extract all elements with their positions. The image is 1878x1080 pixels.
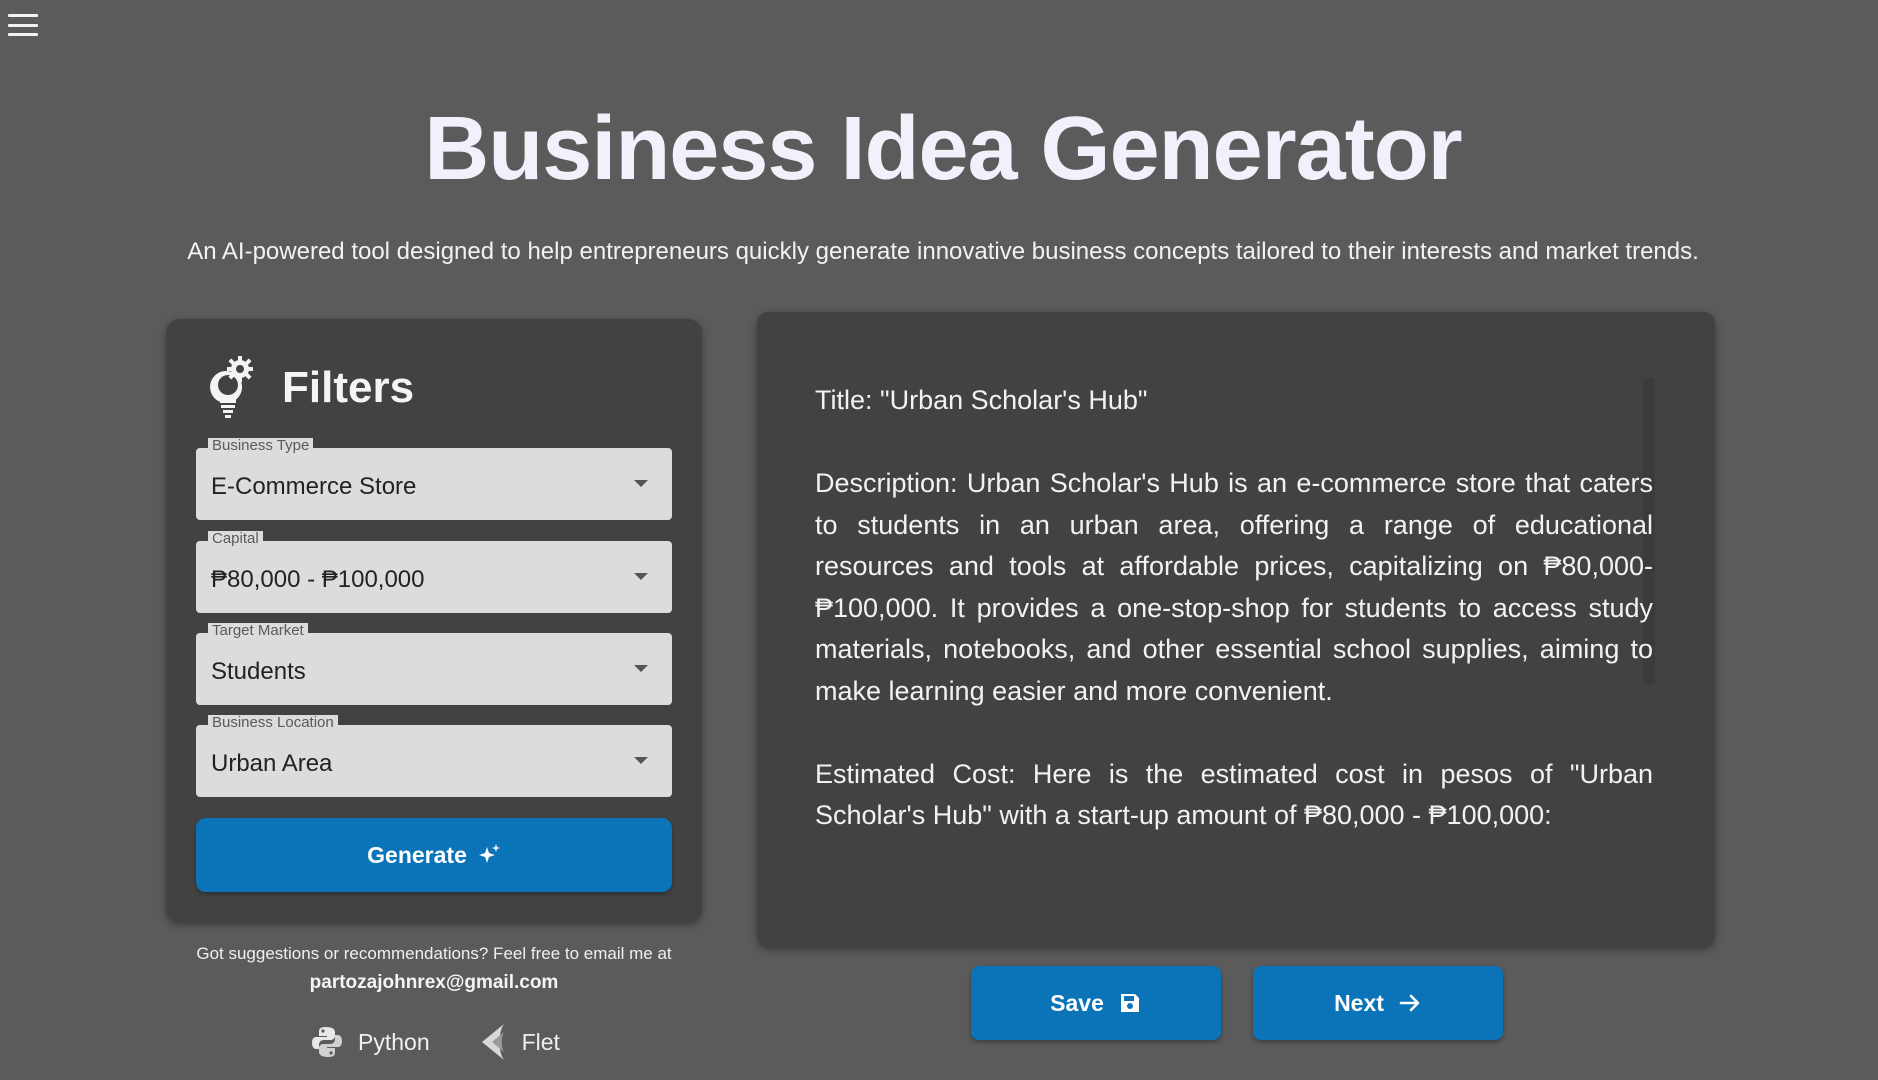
sparkle-icon	[478, 844, 500, 863]
arrow-right-icon	[1399, 994, 1420, 1012]
flet-icon	[481, 1024, 504, 1060]
target-market-dropdown[interactable]: Target Market Students	[196, 623, 672, 705]
dropdown-label: Capital	[208, 531, 263, 547]
lightbulb-gear-icon	[210, 356, 253, 418]
tech-item-python: Python	[310, 1025, 430, 1059]
filters-header: Filters	[206, 355, 414, 421]
result-text: Title: "Urban Scholar's Hub" Description…	[815, 380, 1653, 878]
generate-button-label: Generate	[367, 841, 467, 868]
save-button[interactable]: Save	[971, 966, 1221, 1040]
result-title: Title: "Urban Scholar's Hub"	[815, 385, 1148, 415]
page-subtitle: An AI-powered tool designed to help entr…	[187, 238, 1699, 265]
business-location-dropdown[interactable]: Business Location Urban Area	[196, 715, 672, 797]
chevron-down-icon	[634, 480, 648, 487]
tech-label: Python	[358, 1028, 430, 1055]
tech-item-flet: Flet	[478, 1022, 560, 1062]
dropdown-value: ₱80,000 - ₱100,000	[211, 566, 425, 593]
save-icon	[1120, 994, 1139, 1012]
save-button-label: Save	[1050, 989, 1104, 1016]
filters-title: Filters	[282, 363, 415, 412]
next-button-label: Next	[1334, 989, 1384, 1016]
capital-dropdown[interactable]: Capital ₱80,000 - ₱100,000	[196, 531, 672, 613]
chevron-down-icon	[634, 573, 648, 580]
result-estimated-cost: Estimated Cost: Here is the estimated co…	[815, 758, 1653, 831]
filters-panel: Filters Business Type E-Commerce Store C…	[166, 319, 702, 923]
tech-label: Flet	[521, 1028, 560, 1055]
dropdown-label: Business Type	[208, 438, 314, 454]
dropdown-value: Students	[211, 658, 306, 685]
contact-email[interactable]: partozajohnrex@gmail.com	[166, 972, 702, 994]
menu-icon[interactable]	[8, 12, 38, 38]
app-page: Business Idea Generator An AI-powered to…	[0, 0, 1878, 1080]
generate-button[interactable]: Generate	[196, 818, 672, 892]
business-type-dropdown[interactable]: Business Type E-Commerce Store	[196, 438, 672, 520]
python-icon	[312, 1027, 342, 1057]
chevron-down-icon	[634, 665, 648, 672]
page-title: Business Idea Generator	[424, 99, 1462, 199]
dropdown-label: Target Market	[208, 623, 308, 639]
dropdown-label: Business Location	[208, 715, 338, 731]
result-description: Description: Urban Scholar's Hub is an e…	[815, 468, 1653, 706]
next-button[interactable]: Next	[1253, 966, 1503, 1040]
dropdown-value: E-Commerce Store	[211, 473, 417, 500]
chevron-down-icon	[634, 757, 648, 764]
dropdown-value: Urban Area	[211, 750, 333, 777]
tech-stack: Python Flet	[310, 1022, 608, 1062]
result-panel: Title: "Urban Scholar's Hub" Description…	[757, 312, 1715, 948]
contact-text: Got suggestions or recommendations? Feel…	[196, 944, 672, 963]
